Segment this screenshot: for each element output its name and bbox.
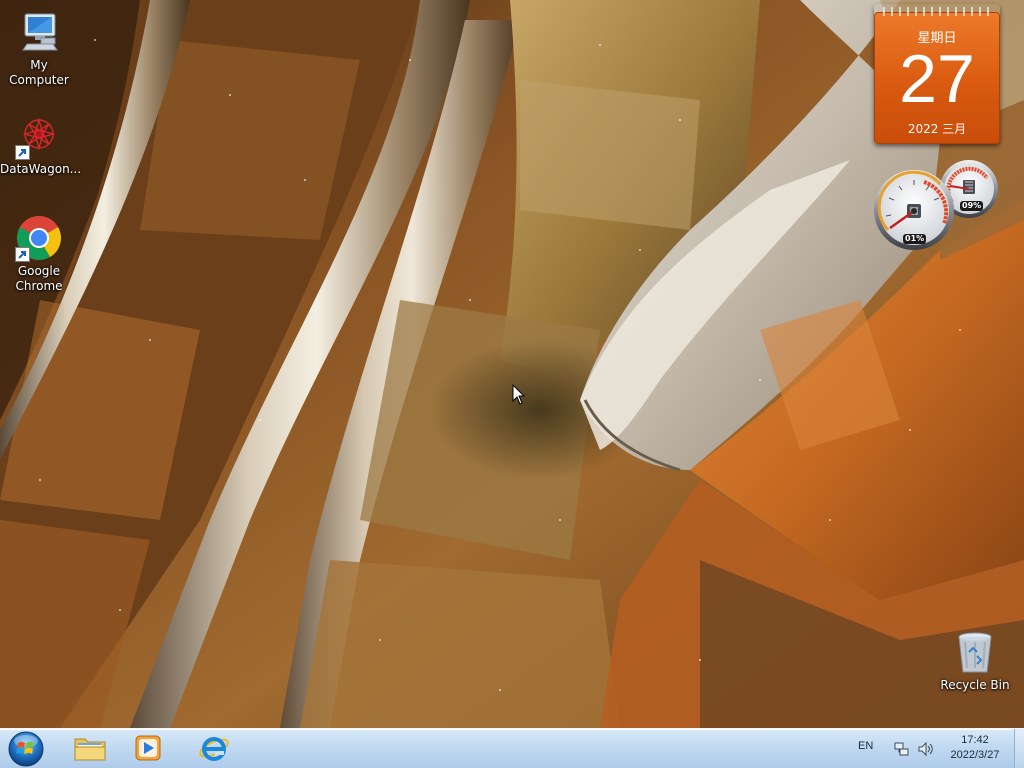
calendar-year-month: 2022 三月: [907, 122, 967, 136]
taskbar-file-explorer-button[interactable]: [62, 731, 118, 767]
calendar-page: 星期日 27 2022 三月: [874, 12, 1000, 144]
recycle-bin-icon: [951, 628, 999, 676]
datawagon-icon: [15, 112, 63, 160]
language-indicator[interactable]: EN: [858, 740, 873, 752]
folder-icon: [74, 738, 106, 761]
cpu-meter-gadget[interactable]: 01% 09%: [872, 158, 1002, 254]
desktop-icon-my-computer[interactable]: My Computer: [0, 8, 78, 88]
desktop-icon-label: DataWagon...: [0, 162, 82, 176]
show-desktop-button[interactable]: [1014, 729, 1024, 768]
calendar-gadget[interactable]: 星期日 27 2022 三月: [874, 4, 1000, 144]
clock-date: 2022/3/27: [950, 749, 1000, 761]
start-button[interactable]: [6, 730, 46, 768]
desktop-icon-label: Recycle Bin: [940, 678, 1010, 692]
windows-start-orb-icon: [8, 731, 44, 767]
internet-explorer-icon: [199, 737, 229, 761]
chrome-icon: [15, 214, 63, 262]
taskbar-internet-explorer-button[interactable]: [186, 731, 242, 767]
calendar-rings-icon: [883, 7, 989, 16]
cpu-usage-label: 01%: [903, 234, 927, 244]
media-player-icon: [135, 735, 161, 761]
shortcut-arrow-icon: [15, 247, 30, 262]
calendar-day: 27: [899, 41, 975, 117]
desktop-icon-google-chrome[interactable]: Google Chrome: [0, 214, 78, 294]
taskbar: EN 17:42 2022/3/27: [0, 728, 1024, 768]
network-icon[interactable]: [893, 740, 911, 758]
speaker-icon[interactable]: [917, 740, 935, 758]
desktop-icon-recycle-bin[interactable]: Recycle Bin: [936, 628, 1014, 693]
memory-usage-label: 09%: [960, 201, 984, 211]
desktop-icon-label: My Computer: [9, 58, 69, 87]
taskbar-media-player-button[interactable]: [120, 731, 176, 767]
clock-time: 17:42: [961, 734, 989, 746]
desktop-icon-datawagon[interactable]: DataWagon...: [0, 112, 82, 177]
taskbar-clock[interactable]: 17:42 2022/3/27: [936, 733, 1014, 763]
desktop-icon-label: Google Chrome: [15, 264, 63, 293]
shortcut-arrow-icon: [15, 145, 30, 160]
mouse-cursor-icon: [512, 384, 526, 405]
computer-icon: [15, 8, 63, 56]
desktop-wallpaper[interactable]: [0, 0, 1024, 728]
